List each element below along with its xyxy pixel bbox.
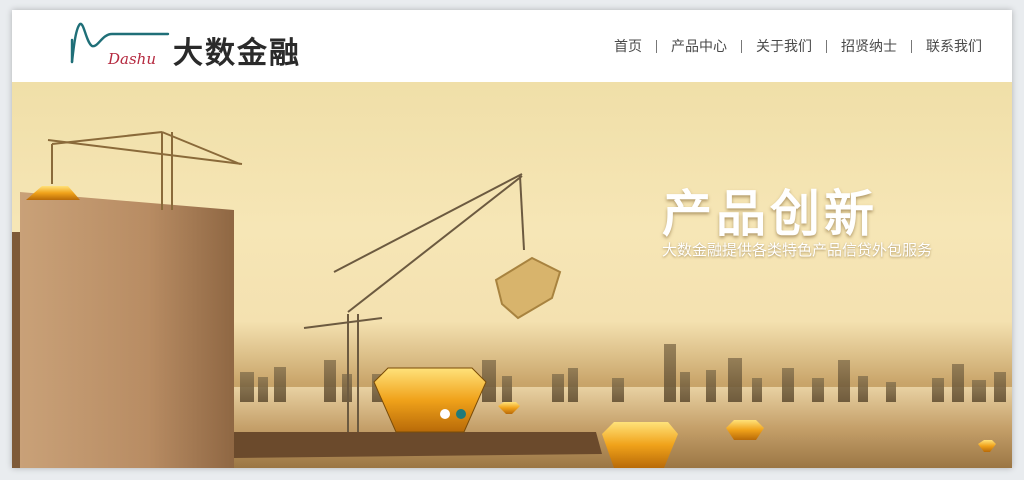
nav-separator	[826, 39, 827, 53]
nav-item-home[interactable]: 首页	[614, 36, 642, 56]
golden-sign	[494, 256, 562, 320]
floor-platform	[234, 432, 602, 458]
hero-banner[interactable]: 产品创新 大数金融提供各类特色产品信贷外包服务	[12, 82, 1012, 468]
brand-name-cn: 大数金融	[173, 36, 301, 71]
gem-large	[373, 367, 487, 433]
page-frame: Dashu 大数金融 首页 产品中心 关于我们 招贤纳士 联系我们 产品创新 大…	[12, 10, 1012, 468]
nav-item-contact[interactable]: 联系我们	[926, 36, 982, 56]
nav-item-products[interactable]: 产品中心	[671, 36, 727, 56]
main-nav: 首页 产品中心 关于我们 招贤纳士 联系我们	[614, 36, 982, 56]
gem-small	[726, 420, 764, 440]
site-header: Dashu 大数金融 首页 产品中心 关于我们 招贤纳士 联系我们	[12, 10, 1012, 82]
nav-separator	[911, 39, 912, 53]
gem-tiny-right	[978, 440, 996, 452]
brand-name-en: Dashu	[108, 50, 156, 68]
nav-item-careers[interactable]: 招贤纳士	[841, 36, 897, 56]
banner-subtitle: 大数金融提供各类特色产品信贷外包服务	[662, 241, 933, 259]
nav-separator	[656, 39, 657, 53]
nav-item-about[interactable]: 关于我们	[756, 36, 812, 56]
small-lantern	[26, 186, 80, 200]
brand-logo[interactable]: Dashu 大数金融	[68, 18, 328, 74]
carousel-dot-1[interactable]	[440, 409, 450, 419]
carousel-dot-2[interactable]	[456, 409, 466, 419]
carousel-dots	[440, 409, 466, 419]
gem-tiny	[498, 402, 520, 414]
building-wall	[12, 192, 234, 468]
banner-title: 产品创新	[662, 185, 878, 243]
city-skyline	[240, 344, 1006, 402]
banner-illustration	[12, 131, 1006, 468]
nav-separator	[741, 39, 742, 53]
gem-medium	[602, 422, 678, 468]
